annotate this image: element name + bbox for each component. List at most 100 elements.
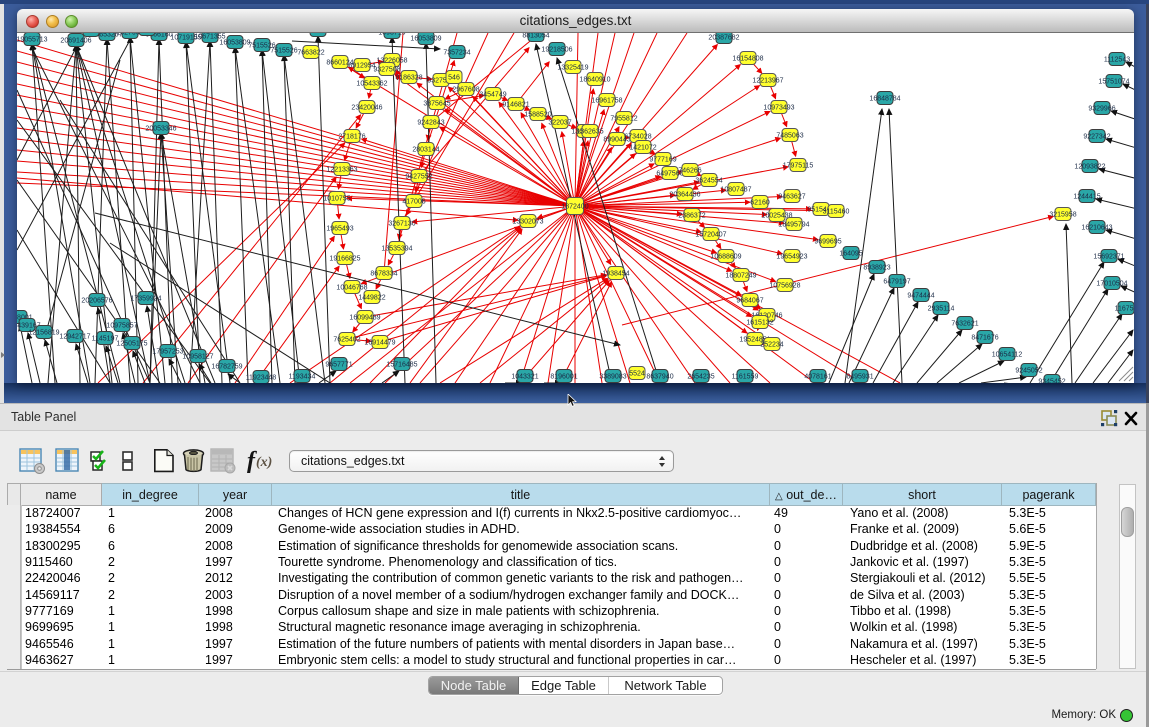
svg-text:10973493: 10973493: [763, 104, 794, 111]
svg-text:62160: 62160: [750, 199, 770, 206]
svg-text:9329966: 9329966: [1088, 105, 1115, 112]
svg-text:2967608: 2967608: [452, 86, 479, 93]
svg-text:3454749: 3454749: [479, 91, 506, 98]
svg-text:9777169: 9777169: [649, 156, 676, 163]
svg-text:1145197: 1145197: [92, 335, 119, 342]
svg-text:16914479: 16914479: [364, 339, 395, 346]
svg-text:17957253: 17957253: [152, 348, 183, 355]
svg-text:252234: 252234: [760, 341, 783, 348]
svg-text:9242843: 9242843: [417, 119, 444, 126]
svg-text:116753: 116753: [1115, 305, 1134, 312]
svg-text:20387682: 20387682: [708, 34, 739, 41]
svg-text:19055713: 19055713: [17, 36, 48, 43]
svg-text:7663822: 7663822: [297, 49, 324, 56]
svg-text:18807249: 18807249: [725, 272, 756, 279]
svg-text:18495794: 18495794: [778, 221, 809, 228]
svg-text:3215958: 3215958: [1049, 211, 1076, 218]
svg-text:1161559: 1161559: [732, 373, 759, 380]
svg-text:16154808: 16154808: [732, 55, 763, 62]
svg-text:1193434: 1193434: [289, 373, 316, 380]
svg-text:10756928: 10756928: [769, 282, 800, 289]
svg-text:322037: 322037: [548, 119, 571, 126]
svg-text:16053809: 16053809: [219, 39, 250, 46]
svg-text:9427552: 9427552: [405, 173, 432, 180]
svg-text:9657771: 9657771: [325, 361, 352, 368]
svg-text:9684067: 9684067: [736, 297, 763, 304]
svg-text:1043321: 1043321: [511, 373, 538, 380]
svg-text:20364436: 20364436: [669, 191, 700, 198]
svg-text:8678334: 8678334: [370, 270, 397, 277]
svg-text:13535394: 13535394: [381, 245, 412, 252]
svg-text:10807487: 10807487: [720, 186, 751, 193]
svg-text:5524: 5524: [629, 370, 645, 377]
svg-text:8912954: 8912954: [348, 62, 375, 69]
svg-text:15720407: 15720407: [695, 231, 726, 238]
svg-text:9463627: 9463627: [778, 193, 805, 200]
svg-text:164095: 164095: [839, 250, 862, 257]
svg-text:4078161: 4078161: [804, 373, 831, 380]
svg-text:19654923: 19654923: [776, 253, 807, 260]
svg-text:11923448: 11923448: [246, 374, 277, 381]
svg-text:9474444: 9474444: [907, 292, 934, 299]
svg-text:17975115: 17975115: [783, 162, 814, 169]
svg-text:8196001: 8196001: [550, 373, 577, 380]
svg-text:3624554: 3624554: [695, 177, 722, 184]
svg-text:16961758: 16961758: [591, 97, 622, 104]
svg-text:13302073: 13302073: [512, 218, 543, 225]
svg-text:16099489: 16099489: [349, 314, 380, 321]
svg-text:10958127: 10958127: [182, 353, 213, 360]
svg-text:15751074: 15751074: [1098, 78, 1129, 85]
svg-text:16782759: 16782759: [211, 363, 242, 370]
svg-text:8471676: 8471676: [971, 334, 998, 341]
svg-text:8186328: 8186328: [395, 74, 422, 81]
svg-text:19218506: 19218506: [541, 46, 572, 53]
svg-text:1010755: 1010755: [323, 195, 350, 202]
svg-text:17010504: 17010504: [1096, 280, 1127, 287]
svg-text:8938923: 8938923: [863, 264, 890, 271]
svg-text:9245052: 9245052: [1015, 367, 1042, 374]
svg-text:7632621: 7632621: [951, 320, 978, 327]
svg-text:1093719: 1093719: [378, 33, 405, 36]
svg-text:3267130: 3267130: [388, 220, 415, 227]
svg-text:7515526: 7515526: [270, 47, 297, 54]
svg-text:7625402: 7625402: [333, 336, 360, 343]
svg-text:12093822: 12093822: [1074, 163, 1105, 170]
svg-text:13325419: 13325419: [557, 64, 588, 71]
svg-text:8637940: 8637940: [646, 373, 673, 380]
svg-text:1938454: 1938454: [602, 270, 629, 277]
svg-text:12213967: 12213967: [752, 77, 783, 84]
svg-text:18640910: 18640910: [579, 76, 610, 83]
svg-text:1965493: 1965493: [326, 225, 353, 232]
svg-text:20691406: 20691406: [60, 37, 91, 44]
svg-text:6479197: 6479197: [883, 278, 910, 285]
svg-text:12156819: 12156819: [28, 329, 59, 336]
svg-text:7485063: 7485063: [776, 132, 803, 139]
svg-text:10975857: 10975857: [106, 322, 137, 329]
svg-text:2718176: 2718176: [338, 133, 365, 140]
svg-text:9699695: 9699695: [814, 238, 841, 245]
svg-text:6734028: 6734028: [624, 133, 651, 140]
svg-text:12213363: 12213363: [326, 166, 357, 173]
svg-text:1244415: 1244415: [1073, 193, 1100, 200]
svg-text:17359924: 17359924: [130, 295, 161, 302]
svg-text:1112543: 1112543: [1104, 56, 1130, 63]
svg-text:9227342: 9227342: [1083, 133, 1110, 140]
svg-text:1615132: 1615132: [746, 319, 773, 326]
svg-text:23420046: 23420046: [351, 104, 382, 111]
svg-text:(x): (x): [256, 455, 272, 470]
svg-text:1421072: 1421072: [629, 144, 656, 151]
svg-text:12942717: 12942717: [59, 333, 90, 340]
svg-text:9327508: 9327508: [373, 66, 400, 73]
svg-text:2935114: 2935114: [928, 305, 955, 312]
svg-text:10688609: 10688609: [710, 253, 741, 260]
svg-text:15716485: 15716485: [386, 361, 417, 368]
svg-text:1588520: 1588520: [524, 111, 551, 118]
svg-text:10654112: 10654112: [992, 351, 1023, 358]
svg-text:1405572: 1405572: [77, 33, 104, 34]
svg-text:19166825: 19166825: [329, 255, 360, 262]
svg-text:1065332: 1065332: [304, 33, 331, 34]
svg-text:3115460: 3115460: [823, 208, 850, 215]
svg-text:2386372: 2386372: [678, 212, 705, 219]
svg-text:2654235: 2654235: [687, 373, 714, 380]
svg-text:10543362: 10543362: [356, 80, 387, 87]
